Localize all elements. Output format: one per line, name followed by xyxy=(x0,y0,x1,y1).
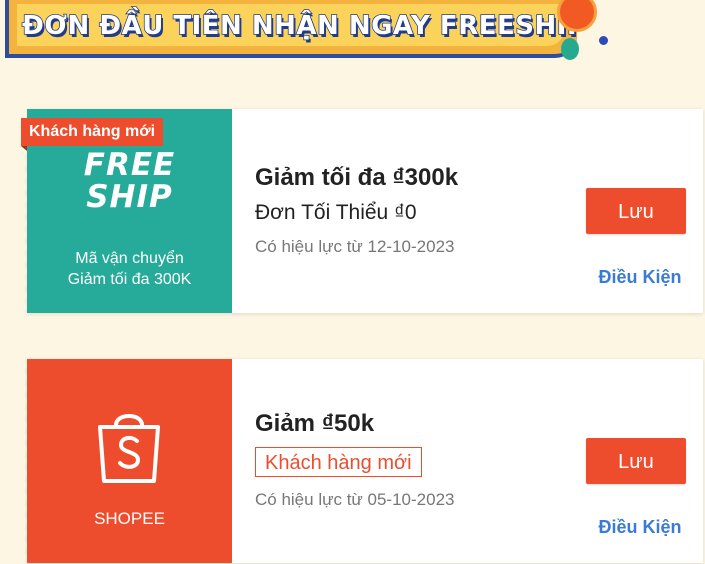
voucher-caption: Mã vận chuyển Giảm tối đa 300K xyxy=(27,248,232,290)
save-button[interactable]: Lưu xyxy=(586,438,686,484)
voucher-card-freeship: FREE SHIP Mã vận chuyển Giảm tối đa 300K… xyxy=(21,109,703,313)
voucher-valid-date: Có hiệu lực từ 05-10-2023 xyxy=(255,490,455,509)
conditions-link[interactable]: Điều Kiện xyxy=(580,267,700,288)
conditions-link[interactable]: Điều Kiện xyxy=(580,517,700,538)
caption-line1: Mã vận chuyển xyxy=(75,250,184,267)
new-customer-tag: Khách hàng mới xyxy=(255,447,422,477)
freeship-logo-line2: SHIP xyxy=(86,179,173,215)
new-customer-badge: Khách hàng mới xyxy=(21,118,164,151)
ticket-notches xyxy=(23,359,31,563)
voucher-title: Giảm ₫50k xyxy=(255,410,375,437)
voucher-valid-date: Có hiệu lực từ 12-10-2023 xyxy=(255,237,455,256)
voucher-min-order: Đơn Tối Thiểu ₫0 xyxy=(255,201,417,224)
decoration-circle-teal xyxy=(561,38,579,60)
caption-line2: Giảm tối đa 300K xyxy=(67,271,192,288)
decoration-circle-orange xyxy=(557,0,597,32)
freeship-logo-line1: FREE xyxy=(83,147,176,183)
voucher-left-panel: SHOPEE xyxy=(23,359,232,563)
shopee-caption: SHOPEE xyxy=(94,509,165,528)
promo-banner: ĐƠN ĐẦU TIÊN NHẬN NGAY FREESHIP xyxy=(0,0,705,70)
voucher-info: Giảm tối đa ₫300k Đơn Tối Thiểu ₫0 Có hi… xyxy=(255,109,575,313)
banner-title: ĐƠN ĐẦU TIÊN NHẬN NGAY FREESHIP xyxy=(21,10,587,42)
freeship-logo: FREE SHIP xyxy=(27,149,232,213)
shopee-bag-icon xyxy=(98,414,160,483)
decoration-dot-blue xyxy=(599,36,608,45)
voucher-title: Giảm tối đa ₫300k xyxy=(255,164,459,191)
save-button[interactable]: Lưu xyxy=(586,188,686,234)
voucher-info: Giảm ₫50k Khách hàng mới Có hiệu lực từ … xyxy=(255,359,575,563)
voucher-card-shopee: SHOPEE Giảm ₫50k Khách hàng mới Có hiệu … xyxy=(23,359,703,563)
